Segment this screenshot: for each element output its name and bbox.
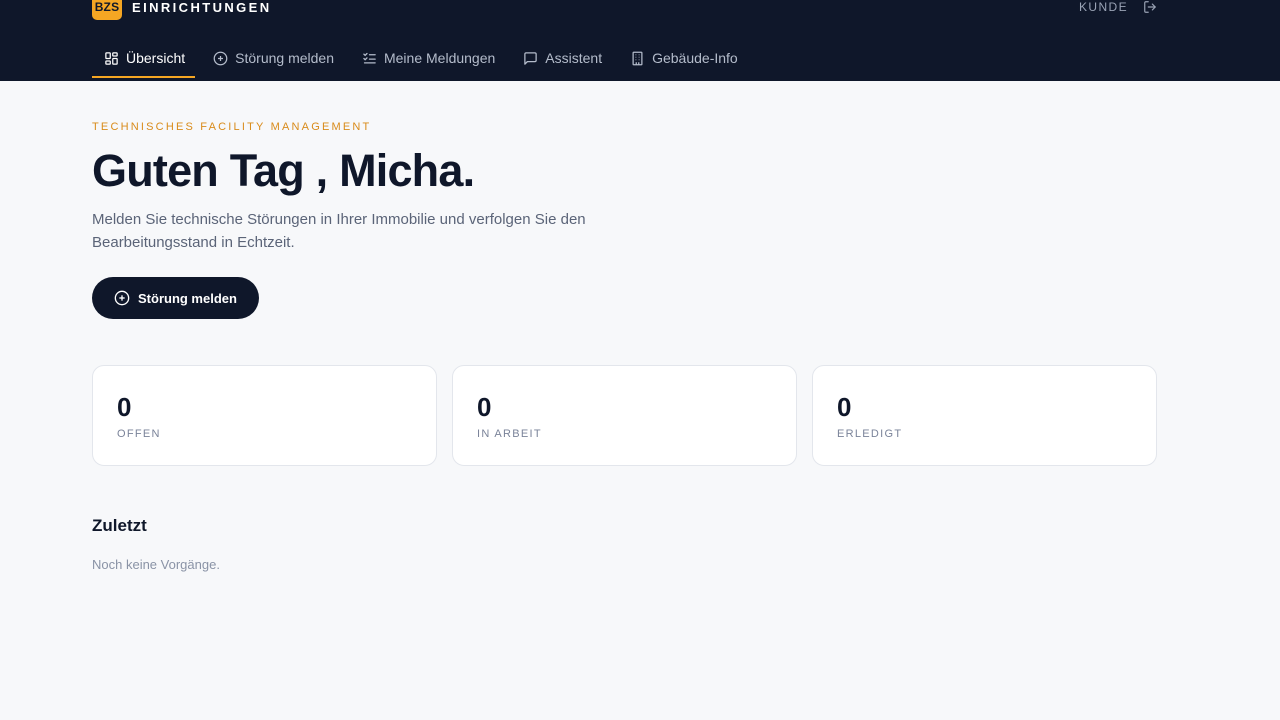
stat-card-done[interactable]: 0 ERLEDIGT bbox=[812, 365, 1157, 466]
plus-circle-icon bbox=[114, 290, 130, 306]
chat-icon bbox=[523, 51, 538, 66]
recent-empty-note: Noch keine Vorgänge. bbox=[92, 557, 220, 572]
stat-card-in-progress[interactable]: 0 IN ARBEIT bbox=[452, 365, 797, 466]
eyebrow-label: TECHNISCHES FACILITY MANAGEMENT bbox=[92, 121, 372, 133]
nav-item-label: Störung melden bbox=[235, 50, 334, 66]
grid-icon bbox=[104, 51, 119, 66]
logout-button[interactable] bbox=[1142, 0, 1158, 14]
top-navigation-bar: BZS EINRICHTUNGEN KUNDE Übersicht Störun… bbox=[0, 0, 1280, 81]
user-role-label: KUNDE bbox=[1078, 0, 1128, 14]
report-fault-button-label: Störung melden bbox=[138, 290, 237, 306]
stat-label: IN ARBEIT bbox=[477, 428, 542, 440]
stat-value: 0 bbox=[117, 392, 132, 422]
stats-row: 0 OFFEN 0 IN ARBEIT 0 ERLEDIGT bbox=[92, 365, 1157, 466]
nav-item-label: Übersicht bbox=[126, 50, 186, 66]
nav-item-overview[interactable]: Übersicht bbox=[92, 40, 196, 78]
plus-circle-icon bbox=[213, 51, 228, 66]
brand-logo-badge: BZS bbox=[92, 0, 122, 20]
brand[interactable]: BZS EINRICHTUNGEN bbox=[92, 0, 272, 20]
stat-label: ERLEDIGT bbox=[837, 428, 903, 440]
stat-value: 0 bbox=[477, 392, 492, 422]
recent-section-title: Zuletzt bbox=[92, 516, 147, 535]
nav-item-building-info[interactable]: Gebäude-Info bbox=[620, 40, 748, 78]
page-title: Guten Tag , Micha. bbox=[92, 145, 475, 196]
user-area: KUNDE bbox=[1079, 0, 1158, 14]
stat-label: OFFEN bbox=[117, 428, 161, 440]
stat-card-open[interactable]: 0 OFFEN bbox=[92, 365, 437, 466]
nav-item-assistant[interactable]: Assistent bbox=[513, 40, 612, 78]
stat-value: 0 bbox=[837, 392, 852, 422]
main-nav: Übersicht Störung melden Meine Meldungen… bbox=[92, 40, 756, 81]
brand-name: EINRICHTUNGEN bbox=[132, 0, 272, 15]
logout-icon bbox=[1144, 1, 1156, 13]
building-icon bbox=[630, 51, 645, 66]
nav-item-label: Assistent bbox=[545, 50, 603, 66]
page-description: Melden Sie technische Störungen in Ihrer… bbox=[92, 211, 586, 251]
nav-item-label: Gebäude-Info bbox=[652, 50, 738, 66]
nav-item-label: Meine Meldungen bbox=[383, 50, 496, 66]
report-fault-button[interactable]: Störung melden bbox=[92, 277, 259, 319]
nav-item-my-reports[interactable]: Meine Meldungen bbox=[352, 40, 505, 78]
checklist-icon bbox=[362, 51, 377, 66]
nav-item-report-fault[interactable]: Störung melden bbox=[203, 40, 344, 78]
